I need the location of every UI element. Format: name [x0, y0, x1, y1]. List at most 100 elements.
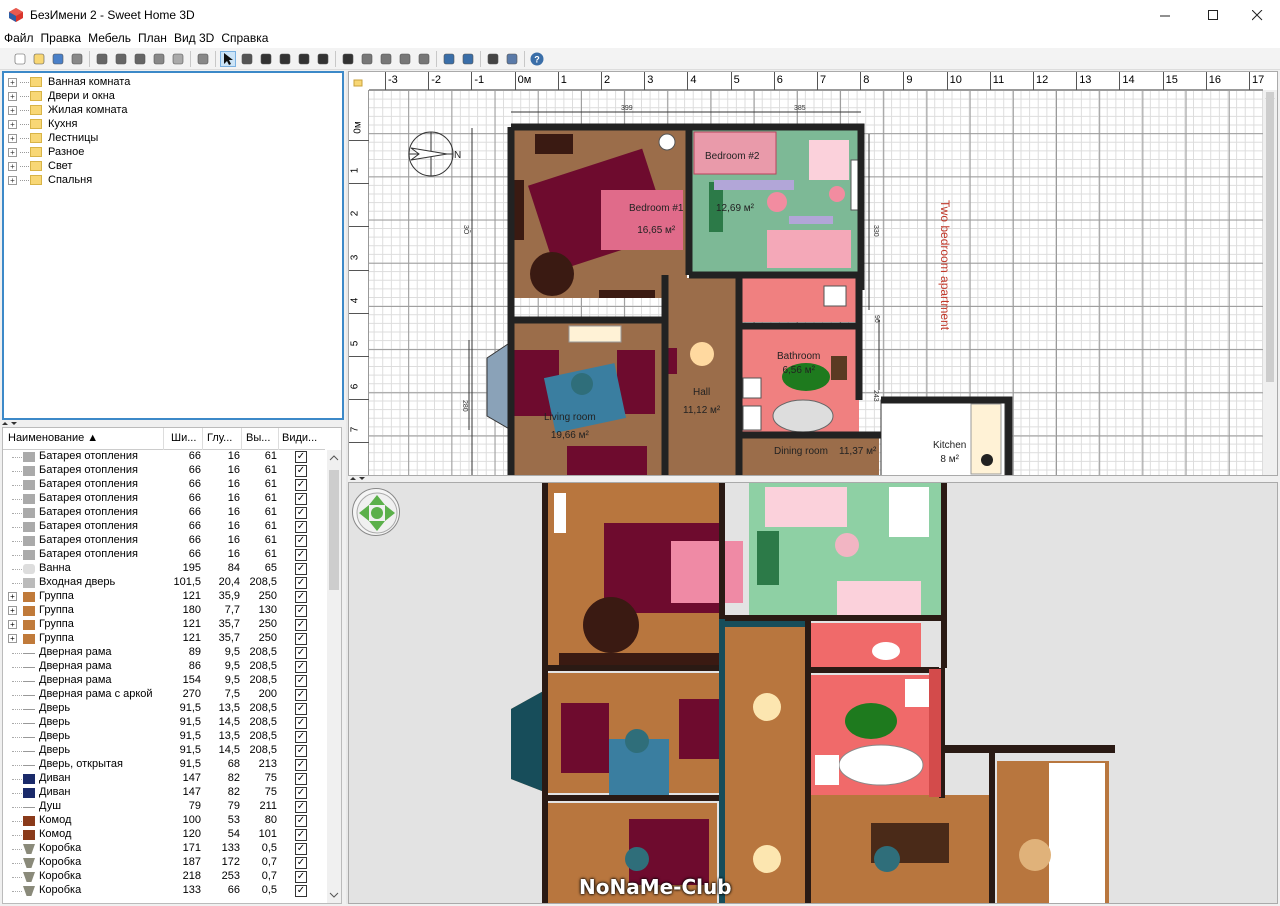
- table-row[interactable]: Диван 147 82 75 ✓: [3, 786, 325, 800]
- visible-checkbox[interactable]: ✓: [295, 577, 307, 589]
- create-rooms-icon[interactable]: [277, 51, 293, 67]
- visible-checkbox[interactable]: ✓: [295, 633, 307, 645]
- table-row[interactable]: Коробка 218 253 0,7 ✓: [3, 870, 325, 884]
- visible-checkbox[interactable]: ✓: [295, 703, 307, 715]
- floor-plan-drawing[interactable]: 399 385 330 96 243 3Ȍ 280 N Two bedroom …: [369, 90, 1263, 476]
- 3d-scene[interactable]: [349, 483, 1278, 904]
- plan-scroll-thumb[interactable]: [1266, 92, 1274, 382]
- expand-icon[interactable]: +: [8, 161, 17, 171]
- text-icon[interactable]: [359, 51, 375, 67]
- expand-icon[interactable]: +: [8, 91, 17, 101]
- visible-checkbox[interactable]: ✓: [295, 647, 307, 659]
- visible-checkbox[interactable]: ✓: [295, 563, 307, 575]
- table-row[interactable]: Батарея отопления 66 16 61 ✓: [3, 520, 325, 534]
- pan-icon[interactable]: [239, 51, 255, 67]
- cut-prefs-icon[interactable]: [69, 51, 85, 67]
- visible-checkbox[interactable]: ✓: [295, 619, 307, 631]
- table-row[interactable]: Диван 147 82 75 ✓: [3, 772, 325, 786]
- table-row[interactable]: Дверь 91,5 13,5 208,5 ✓: [3, 730, 325, 744]
- undo-icon[interactable]: [94, 51, 110, 67]
- menu-edit[interactable]: Правка: [37, 30, 85, 45]
- visible-checkbox[interactable]: ✓: [295, 717, 307, 729]
- select-icon[interactable]: [220, 51, 236, 67]
- table-row[interactable]: + Группа 121 35,7 250 ✓: [3, 632, 325, 646]
- menu-help[interactable]: Справка: [217, 30, 271, 45]
- table-row[interactable]: Батарея отопления 66 16 61 ✓: [3, 548, 325, 562]
- visible-checkbox[interactable]: ✓: [295, 675, 307, 687]
- col-width-header[interactable]: Ши...: [171, 432, 196, 444]
- visible-checkbox[interactable]: ✓: [295, 857, 307, 869]
- menu-furniture[interactable]: Мебель: [84, 30, 134, 45]
- new-icon[interactable]: [12, 51, 28, 67]
- add-furniture-icon[interactable]: [195, 51, 211, 67]
- visible-checkbox[interactable]: ✓: [295, 451, 307, 463]
- visible-checkbox[interactable]: ✓: [295, 745, 307, 757]
- create-walls-icon[interactable]: [258, 51, 274, 67]
- visible-checkbox[interactable]: ✓: [295, 773, 307, 785]
- table-row[interactable]: Дверная рама 89 9,5 208,5 ✓: [3, 646, 325, 660]
- hall-floor[interactable]: [665, 278, 739, 476]
- furniture-catalog-tree[interactable]: + Ванная комната + Двери и окна + Жилая комна…: [2, 71, 344, 420]
- expand-icon[interactable]: +: [8, 105, 17, 115]
- cut-icon[interactable]: [132, 51, 148, 67]
- create-polylines-icon[interactable]: [296, 51, 312, 67]
- col-visible-header[interactable]: Види...: [282, 432, 317, 444]
- minimize-button[interactable]: [1142, 0, 1188, 30]
- visible-checkbox[interactable]: ✓: [295, 815, 307, 827]
- menu-plan[interactable]: План: [134, 30, 170, 45]
- visible-checkbox[interactable]: ✓: [295, 843, 307, 855]
- expand-icon[interactable]: +: [8, 634, 17, 643]
- table-scroll-thumb[interactable]: [329, 470, 339, 590]
- plan-grid[interactable]: 399 385 330 96 243 3Ȍ 280 N Two bedroom …: [369, 90, 1263, 476]
- table-row[interactable]: Батарея отопления 66 16 61 ✓: [3, 478, 325, 492]
- table-row[interactable]: Батарея отопления 66 16 61 ✓: [3, 450, 325, 464]
- menu-file[interactable]: Файл: [0, 30, 37, 45]
- copy-icon[interactable]: [151, 51, 167, 67]
- close-button[interactable]: [1234, 0, 1280, 30]
- photo-icon[interactable]: [485, 51, 501, 67]
- visible-checkbox[interactable]: ✓: [295, 829, 307, 841]
- table-row[interactable]: Коробка 171 133 0,5 ✓: [3, 842, 325, 856]
- expand-icon[interactable]: +: [8, 77, 17, 87]
- visible-checkbox[interactable]: ✓: [295, 521, 307, 533]
- table-row[interactable]: Ванна 195 84 65 ✓: [3, 562, 325, 576]
- col-height-header[interactable]: Вы...: [246, 432, 270, 444]
- plan-view[interactable]: -3 -2 -1 0м 1 2 3 4 5 6 7 8 9 10 11 12 13 14 15 16 17 0м 1 2 3 4…: [348, 71, 1278, 476]
- expand-icon[interactable]: +: [8, 606, 17, 615]
- visible-checkbox[interactable]: ✓: [295, 801, 307, 813]
- plan-scrollbar[interactable]: [1263, 90, 1277, 475]
- expand-icon[interactable]: +: [8, 119, 17, 129]
- table-scrollbar[interactable]: [327, 450, 341, 903]
- visible-checkbox[interactable]: ✓: [295, 885, 307, 897]
- visible-checkbox[interactable]: ✓: [295, 689, 307, 701]
- visible-checkbox[interactable]: ✓: [295, 591, 307, 603]
- zoom-in-icon[interactable]: [441, 51, 457, 67]
- col-name-header[interactable]: Наименование ▲: [8, 432, 98, 444]
- table-row[interactable]: Батарея отопления 66 16 61 ✓: [3, 534, 325, 548]
- catalog-category[interactable]: + Спальня: [8, 173, 92, 187]
- paste-icon[interactable]: [170, 51, 186, 67]
- text-icon[interactable]: [378, 51, 394, 67]
- table-row[interactable]: + Группа 180 7,7 130 ✓: [3, 604, 325, 618]
- catalog-category[interactable]: + Свет: [8, 159, 72, 173]
- visible-checkbox[interactable]: ✓: [295, 479, 307, 491]
- col-depth-header[interactable]: Глу...: [207, 432, 232, 444]
- table-row[interactable]: Дверь 91,5 13,5 208,5 ✓: [3, 702, 325, 716]
- table-row[interactable]: Комод 120 54 101 ✓: [3, 828, 325, 842]
- table-row[interactable]: Входная дверь 101,5 20,4 208,5 ✓: [3, 576, 325, 590]
- text-icon[interactable]: [416, 51, 432, 67]
- catalog-category[interactable]: + Разное: [8, 145, 84, 159]
- table-row[interactable]: Дверная рама с аркой 270 7,5 200 ✓: [3, 688, 325, 702]
- video-icon[interactable]: [504, 51, 520, 67]
- create-dimensions-icon[interactable]: [315, 51, 331, 67]
- visible-checkbox[interactable]: ✓: [295, 507, 307, 519]
- table-row[interactable]: Батарея отопления 66 16 61 ✓: [3, 506, 325, 520]
- table-row[interactable]: Коробка 133 66 0,5 ✓: [3, 884, 325, 898]
- table-row[interactable]: Дверь 91,5 14,5 208,5 ✓: [3, 744, 325, 758]
- expand-icon[interactable]: +: [8, 620, 17, 629]
- visible-checkbox[interactable]: ✓: [295, 871, 307, 883]
- table-row[interactable]: Батарея отопления 66 16 61 ✓: [3, 492, 325, 506]
- table-row[interactable]: Батарея отопления 66 16 61 ✓: [3, 464, 325, 478]
- visible-checkbox[interactable]: ✓: [295, 661, 307, 673]
- catalog-category[interactable]: + Кухня: [8, 117, 77, 131]
